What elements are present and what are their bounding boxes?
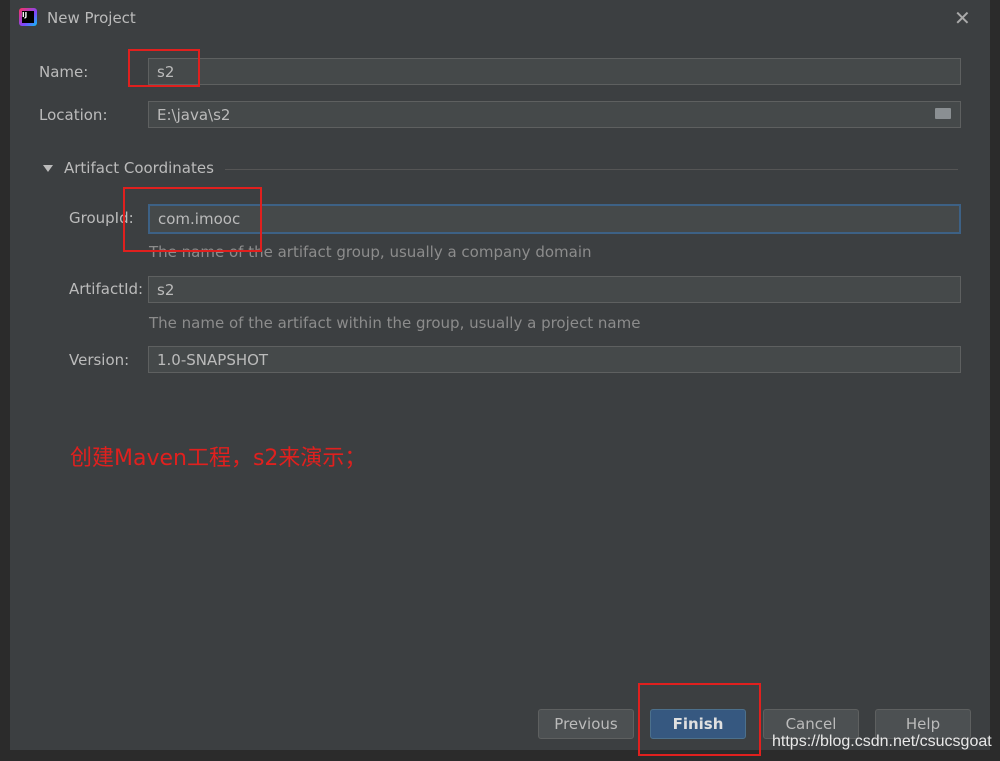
name-input[interactable]: s2 [148,58,961,85]
watermark: https://blog.csdn.net/csucsgoat [772,733,992,750]
artifactid-hint: The name of the artifact within the grou… [149,314,641,332]
version-label: Version: [69,351,130,369]
previous-button[interactable]: Previous [538,709,634,739]
intellij-logo-icon: IJ [19,8,37,26]
artifactid-label: ArtifactId: [69,280,144,298]
name-label: Name: [39,63,89,81]
location-label: Location: [39,106,108,124]
version-input[interactable]: 1.0-SNAPSHOT [148,346,961,373]
collapse-arrow-icon[interactable] [43,165,53,172]
new-project-dialog: IJ New Project ✕ Name: s2 Location: E:\j… [10,0,990,756]
annotation-box-finish [638,683,761,756]
annotation-box-name [128,49,200,87]
folder-icon[interactable] [935,108,951,119]
dialog-title: New Project [47,9,136,27]
close-icon[interactable]: ✕ [954,6,971,30]
section-divider [225,169,958,170]
location-input[interactable]: E:\java\s2 [148,101,961,128]
annotation-text: 创建Maven工程，s2来演示； [70,446,367,471]
section-artifact-coordinates[interactable]: Artifact Coordinates [64,159,214,177]
artifactid-input[interactable]: s2 [148,276,961,303]
groupid-input[interactable]: com.imooc [148,204,961,234]
annotation-box-groupid [123,187,262,252]
